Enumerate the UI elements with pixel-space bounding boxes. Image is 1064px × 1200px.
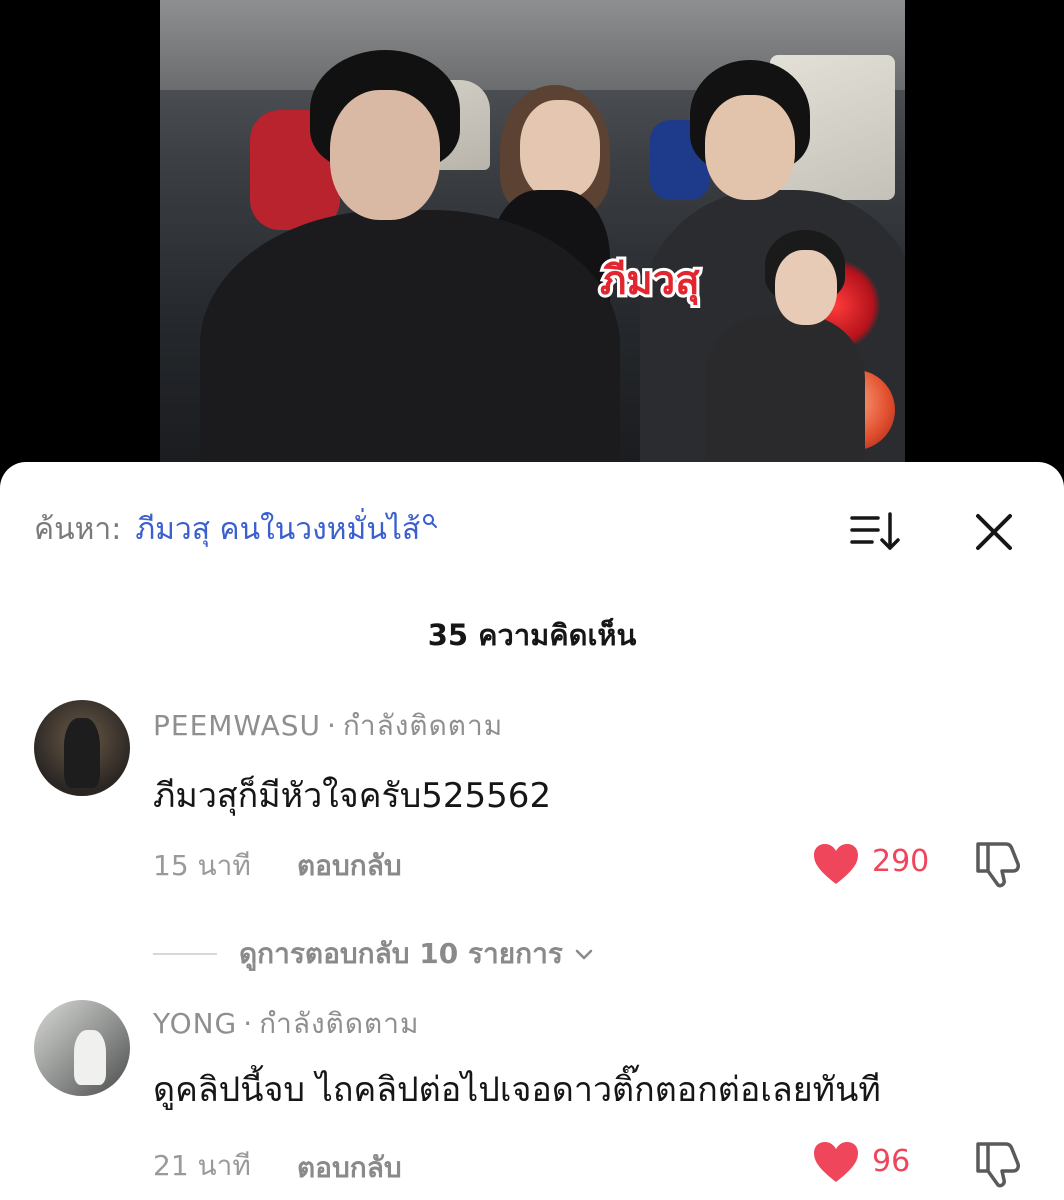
- comment-username[interactable]: YONG: [153, 1007, 237, 1040]
- video-person-1-body: [200, 210, 620, 470]
- video-person-2-face: [520, 100, 600, 200]
- comment-username-row: YONG · กำลังติดตาม: [153, 1002, 419, 1046]
- close-icon[interactable]: [968, 506, 1020, 558]
- follow-status: กำลังติดตาม: [342, 709, 504, 742]
- comment-username[interactable]: PEEMWASU: [153, 709, 321, 742]
- view-replies-divider: [153, 953, 217, 955]
- comment-time: 15 นาที: [153, 849, 251, 882]
- video-person-1-face: [330, 90, 440, 220]
- view-replies-button[interactable]: ดูการตอบกลับ 10 รายการ: [153, 932, 595, 976]
- reply-button[interactable]: ตอบกลับ: [297, 844, 402, 888]
- like-count: 96: [872, 1144, 911, 1179]
- comment-text: ภีมวสุก็มีหัวใจครับ525562: [153, 776, 552, 816]
- inset-face: [775, 250, 837, 325]
- avatar[interactable]: [34, 1000, 130, 1096]
- follow-status: กำลังติดตาม: [259, 1007, 420, 1040]
- heart-icon[interactable]: [812, 1140, 860, 1184]
- username-separator: ·: [243, 1007, 254, 1040]
- search-term[interactable]: ภีมวสุ คนในวงหมั่นไส้: [135, 506, 420, 553]
- username-separator: ·: [327, 709, 337, 742]
- comment-text: ดูคลิปนี้จบ ไถคลิปต่อไปเจอดาวติ๊กตอกต่อเ…: [153, 1070, 881, 1110]
- thumbs-down-icon[interactable]: [972, 1140, 1022, 1188]
- thumbs-down-icon[interactable]: [972, 840, 1022, 888]
- view-replies-label: ดูการตอบกลับ 10 รายการ: [239, 937, 563, 970]
- comments-count: 35 ความคิดเห็น: [427, 618, 637, 652]
- search-icon: [422, 510, 438, 534]
- video-player[interactable]: ภีมวสุ: [160, 0, 905, 470]
- comments-sheet: ค้นหา: ภีมวสุ คนในวงหมั่นไส้ 35 ความคิดเ…: [0, 462, 1064, 1200]
- inset-body: [705, 315, 865, 470]
- video-inset-photo: [695, 220, 895, 470]
- video-person-3-face: [705, 95, 795, 200]
- comment-time: 21 นาที: [153, 1149, 251, 1182]
- search-suggestion[interactable]: ค้นหา: ภีมวสุ คนในวงหมั่นไส้: [34, 504, 438, 554]
- avatar[interactable]: [34, 700, 130, 796]
- video-overlay-caption: ภีมวสุ: [597, 255, 703, 307]
- heart-icon[interactable]: [812, 842, 860, 886]
- avatar-figure: [64, 718, 100, 788]
- chevron-down-icon: [575, 949, 593, 960]
- like-count: 290: [872, 844, 930, 879]
- search-prefix: ค้นหา:: [34, 511, 122, 547]
- avatar-figure: [74, 1030, 106, 1085]
- comment-username-row: PEEMWASU · กำลังติดตาม: [153, 704, 503, 748]
- sort-icon[interactable]: [848, 506, 904, 554]
- reply-button[interactable]: ตอบกลับ: [297, 1146, 402, 1190]
